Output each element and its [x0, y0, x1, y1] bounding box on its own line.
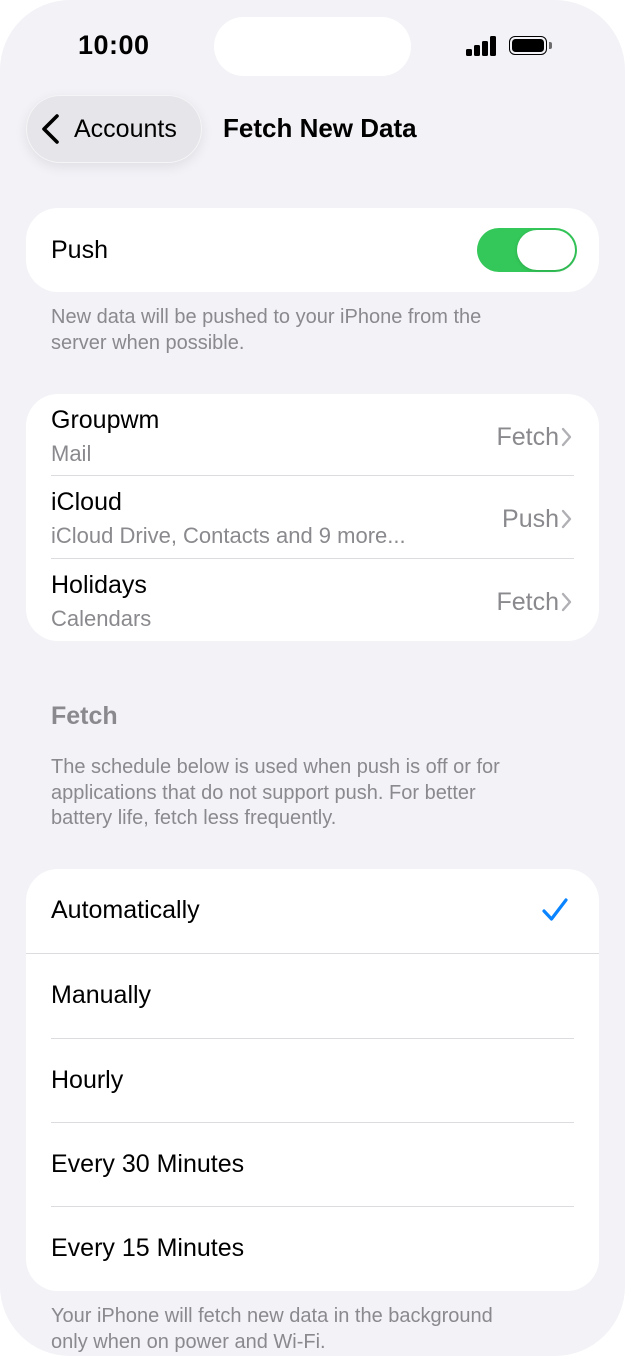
status-time: 10:00 [78, 30, 150, 60]
chevron-right-icon [561, 592, 572, 612]
account-row-icloud[interactable]: iCloud iCloud Drive, Contacts and 9 more… [26, 476, 599, 558]
option-label: Every 15 Minutes [51, 1234, 245, 1262]
fetch-description: The schedule below is used when push is … [51, 755, 500, 832]
cellular-signal-icon [466, 36, 498, 56]
back-label: Accounts [74, 114, 177, 143]
push-footnote-line: New data will be pushed to your iPhone f… [51, 306, 482, 328]
account-name: Groupwm [51, 406, 160, 434]
bottom-footnote: Your iPhone will fetch new data in the b… [51, 1304, 493, 1355]
chevron-right-icon [561, 509, 572, 529]
account-detail: Mail [51, 441, 92, 466]
toggle-knob [517, 230, 575, 270]
dynamic-island [214, 17, 411, 76]
account-row-groupwm[interactable]: Groupwm Mail Fetch [26, 394, 599, 476]
option-every-15-minutes[interactable]: Every 15 Minutes [26, 1207, 599, 1291]
option-label: Automatically [51, 896, 200, 924]
option-every-30-minutes[interactable]: Every 30 Minutes [26, 1123, 599, 1207]
fetch-description-line: battery life, fetch less frequently. [51, 807, 337, 829]
bottom-footnote-line: Your iPhone will fetch new data in the b… [51, 1305, 493, 1327]
checkmark-icon [542, 898, 568, 921]
fetch-section-header: Fetch [51, 702, 118, 730]
phone-screen: 10:00 Accounts Fetch New Data Push New d… [0, 0, 625, 1356]
bottom-footnote-line: only when on power and Wi-Fi. [51, 1330, 326, 1353]
option-label: Manually [51, 981, 152, 1009]
chevron-right-icon [561, 427, 572, 447]
account-row-holidays[interactable]: Holidays Calendars Fetch [26, 559, 599, 641]
option-hourly[interactable]: Hourly [26, 1039, 599, 1123]
account-name: Holidays [51, 571, 147, 599]
battery-icon [509, 36, 555, 57]
chevron-left-icon [42, 114, 59, 144]
account-name: iCloud [51, 488, 122, 516]
option-label: Every 30 Minutes [51, 1150, 245, 1178]
fetch-options-list: Automatically Manually Hourly Every 30 M… [26, 869, 599, 1291]
push-label: Push [51, 236, 108, 264]
option-label: Hourly [51, 1066, 124, 1094]
push-footnote: New data will be pushed to your iPhone f… [51, 305, 481, 356]
push-footnote-line: server when possible. [51, 331, 245, 354]
push-toggle[interactable] [477, 228, 577, 272]
option-automatically[interactable]: Automatically [26, 869, 599, 953]
fetch-description-line: The schedule below is used when push is … [51, 756, 500, 778]
account-fetch-mode: Fetch [496, 423, 559, 451]
accounts-list: Groupwm Mail Fetch iCloud iCloud Drive, … [26, 394, 599, 641]
fetch-description-line: applications that do not support push. F… [51, 781, 476, 804]
account-detail: Calendars [51, 606, 152, 631]
account-fetch-mode: Fetch [496, 588, 559, 616]
account-fetch-mode: Push [502, 505, 559, 533]
back-button[interactable]: Accounts [26, 95, 202, 163]
account-detail: iCloud Drive, Contacts and 9 more... [51, 523, 406, 548]
option-manually[interactable]: Manually [26, 954, 599, 1038]
page-title: Fetch New Data [223, 113, 417, 143]
